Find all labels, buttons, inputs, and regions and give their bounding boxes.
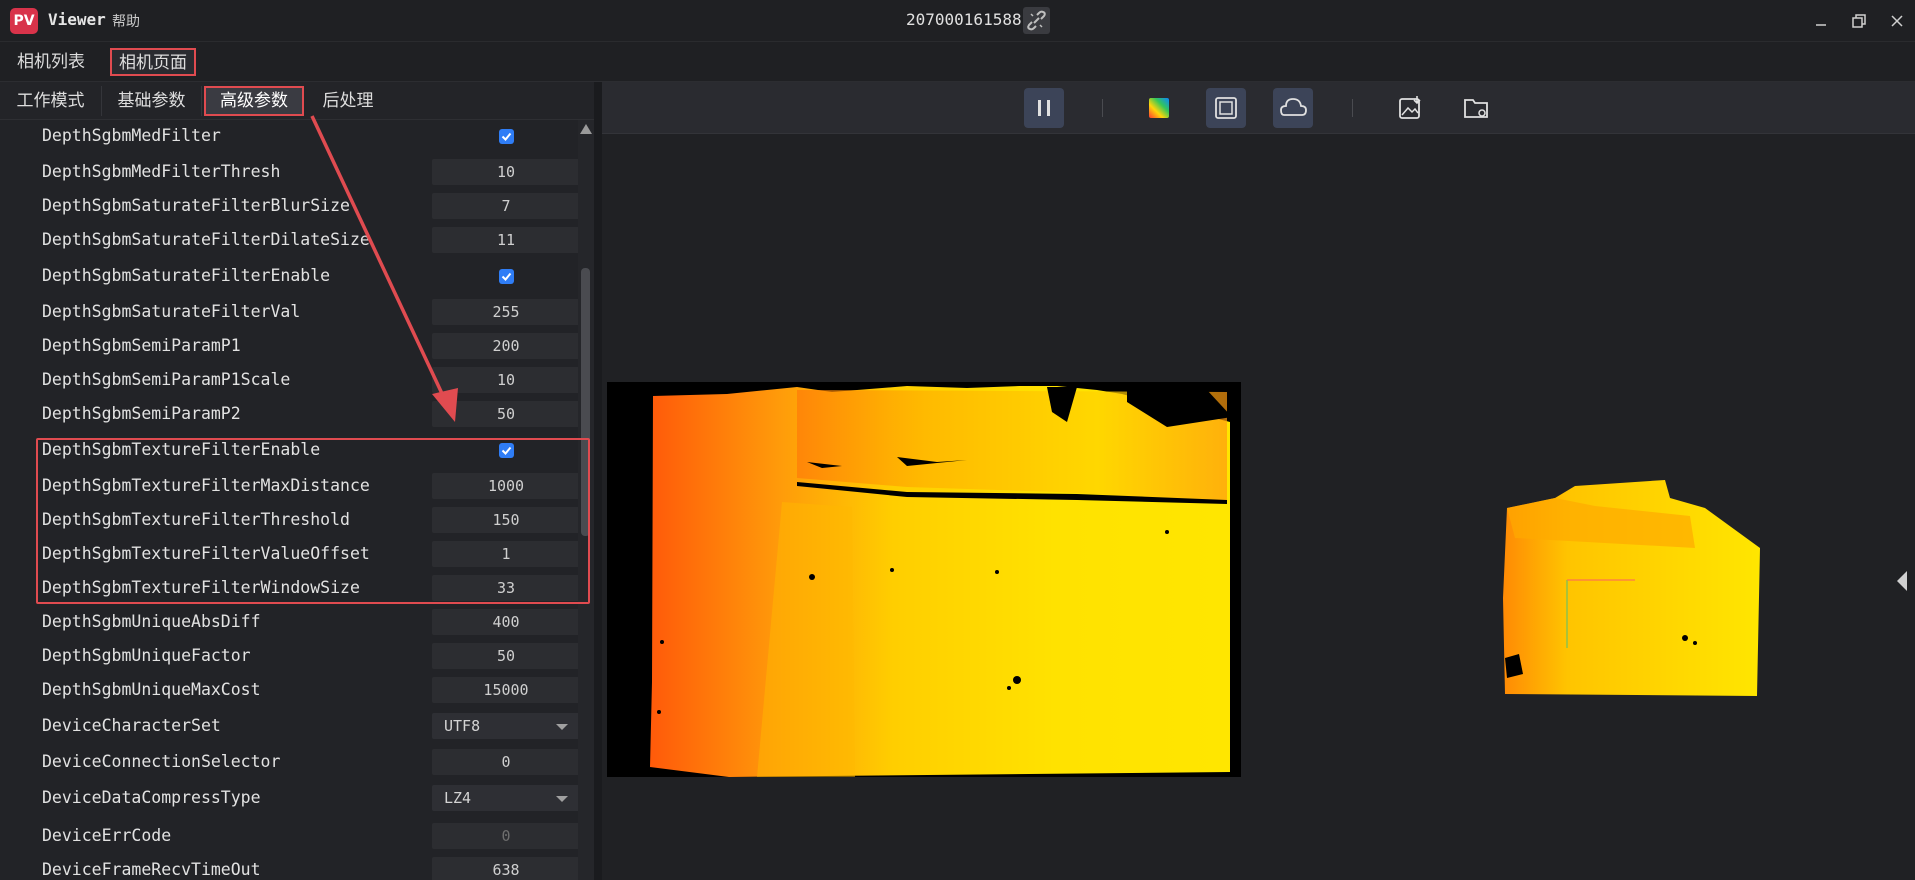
param-row: DepthSgbmSaturateFilterDilateSize 11 — [0, 224, 580, 256]
param-label: DeviceCharacterSet — [42, 716, 221, 735]
toolbar-separator — [1102, 99, 1103, 117]
broken-link-icon — [1027, 10, 1046, 31]
tab-basic-params[interactable]: 基础参数 — [102, 86, 202, 116]
depth-frame-button[interactable] — [1206, 88, 1246, 128]
app-title: Viewer — [48, 10, 106, 29]
param-value-input[interactable]: 10 — [432, 367, 580, 393]
param-row: DepthSgbmUniqueMaxCost 15000 — [0, 674, 580, 706]
close-button[interactable] — [1882, 8, 1912, 34]
depth-frame-icon — [1215, 97, 1237, 119]
param-label: DepthSgbmSaturateFilterBlurSize — [42, 196, 350, 215]
minimize-icon — [1816, 24, 1826, 26]
disconnect-link-button[interactable] — [1023, 7, 1050, 34]
title-bar: PV Viewer 帮助 207000161588 — [0, 0, 1915, 42]
open-folder-icon — [1464, 99, 1488, 118]
param-value-input[interactable]: 400 — [432, 609, 580, 635]
param-row: DepthSgbmSemiParamP2 50 — [0, 398, 580, 430]
pause-icon — [1038, 100, 1050, 116]
param-label: DeviceConnectionSelector — [42, 752, 281, 771]
param-select[interactable]: UTF8 — [432, 713, 580, 739]
camera-serial-number: 207000161588 — [906, 10, 1022, 29]
param-value-input[interactable]: 11 — [432, 227, 580, 253]
param-label: DeviceDataCompressType — [42, 788, 261, 807]
param-select-value: UTF8 — [444, 717, 481, 735]
tab-advanced-params[interactable]: 高级参数 — [204, 86, 304, 116]
settings-tab-bar: 工作模式 基础参数 高级参数 后处理 — [0, 82, 594, 120]
param-row: DeviceDataCompressType LZ4 — [0, 782, 580, 814]
param-label: DepthSgbmMedFilterThresh — [42, 162, 281, 181]
save-image-icon — [1399, 96, 1421, 119]
param-row: DepthSgbmSemiParamP1Scale 10 — [0, 364, 580, 396]
tab-camera-list[interactable]: 相机列表 — [8, 46, 94, 78]
param-row: DeviceFrameRecvTimeOut 638 — [0, 854, 580, 880]
param-select-value: LZ4 — [444, 789, 472, 807]
param-value-input[interactable]: 0 — [432, 749, 580, 775]
param-checkbox[interactable] — [499, 269, 514, 284]
param-value-input[interactable]: 638 — [432, 857, 580, 880]
param-row: DeviceCharacterSet UTF8 — [0, 710, 580, 742]
dropdown-caret-icon — [556, 796, 568, 802]
param-label: DepthSgbmUniqueAbsDiff — [42, 612, 261, 631]
param-row: DepthSgbmUniqueAbsDiff 400 — [0, 606, 580, 638]
param-label: DepthSgbmUniqueMaxCost — [42, 680, 261, 699]
point-cloud-button[interactable] — [1273, 88, 1313, 128]
param-value-input[interactable]: 50 — [432, 643, 580, 669]
param-label: DepthSgbmSemiParamP2 — [42, 404, 241, 423]
param-label: DepthSgbmUniqueFactor — [42, 646, 251, 665]
param-row: DepthSgbmSaturateFilterBlurSize 7 — [0, 190, 580, 222]
tab-work-mode[interactable]: 工作模式 — [0, 86, 102, 116]
param-row: DepthSgbmUniqueFactor 50 — [0, 640, 580, 672]
param-value-input[interactable]: 200 — [432, 333, 580, 359]
param-label: DepthSgbmSaturateFilterVal — [42, 302, 301, 321]
open-folder-button[interactable] — [1456, 88, 1496, 128]
param-row: DepthSgbmMedFilter — [0, 120, 580, 152]
color-map-button[interactable] — [1139, 88, 1179, 128]
main-tab-bar: 相机列表 相机页面 — [0, 42, 1915, 82]
param-label: DepthSgbmMedFilter — [42, 126, 221, 145]
param-row: DepthSgbmSaturateFilterVal 255 — [0, 296, 580, 328]
checkmark-icon — [501, 132, 512, 141]
tab-camera-page[interactable]: 相机页面 — [110, 48, 196, 76]
save-image-button[interactable] — [1390, 88, 1430, 128]
toolbar-separator — [1352, 99, 1353, 117]
param-value-input[interactable]: 10 — [432, 159, 580, 185]
minimize-button[interactable] — [1806, 8, 1836, 34]
param-label: DepthSgbmSaturateFilterEnable — [42, 266, 331, 285]
param-label: DepthSgbmSemiParamP1Scale — [42, 370, 291, 389]
param-value-input[interactable]: 7 — [432, 193, 580, 219]
param-value-input[interactable]: 255 — [432, 299, 580, 325]
param-label: DeviceFrameRecvTimeOut — [42, 860, 261, 879]
param-value-input[interactable]: 15000 — [432, 677, 580, 703]
app-logo: PV — [10, 8, 38, 34]
param-label: DepthSgbmSemiParamP1 — [42, 336, 241, 355]
param-label: DeviceErrCode — [42, 826, 172, 845]
param-row: DepthSgbmSemiParamP1 200 — [0, 330, 580, 362]
point-cloud-icon — [1280, 98, 1307, 116]
color-map-icon — [1149, 98, 1169, 118]
viewer-toolbar — [602, 82, 1915, 134]
dropdown-caret-icon — [556, 724, 568, 730]
depth-image — [607, 382, 1241, 777]
restore-icon — [1852, 14, 1866, 28]
scroll-up-arrow-icon[interactable] — [580, 124, 592, 134]
param-row: DepthSgbmMedFilterThresh 10 — [0, 156, 580, 188]
tab-post-processing[interactable]: 后处理 — [306, 86, 390, 116]
param-row: DeviceConnectionSelector 0 — [0, 746, 580, 778]
restore-button[interactable] — [1844, 8, 1874, 34]
param-select[interactable]: LZ4 — [432, 785, 580, 811]
help-menu[interactable]: 帮助 — [112, 11, 140, 31]
checkmark-icon — [501, 272, 512, 281]
highlight-box-annotation — [36, 438, 590, 604]
close-icon — [1891, 15, 1903, 27]
param-value-input: 0 — [432, 823, 580, 849]
param-row: DeviceErrCode 0 — [0, 820, 580, 852]
pause-button[interactable] — [1024, 88, 1064, 128]
collapse-panel-arrow-icon[interactable] — [1897, 571, 1907, 591]
param-value-input[interactable]: 50 — [432, 401, 580, 427]
param-checkbox[interactable] — [499, 129, 514, 144]
param-row: DepthSgbmSaturateFilterEnable — [0, 260, 580, 292]
panel-splitter[interactable] — [594, 82, 602, 880]
param-label: DepthSgbmSaturateFilterDilateSize — [42, 230, 370, 249]
point-cloud-preview — [1495, 478, 1765, 700]
